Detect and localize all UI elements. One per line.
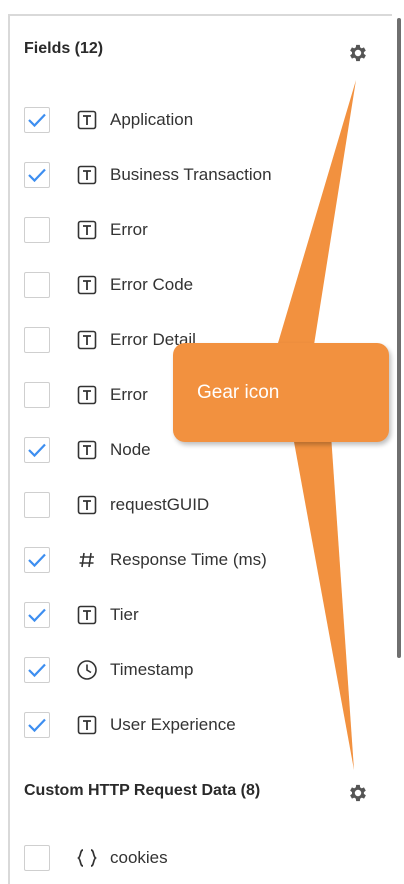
field-row[interactable]: User Experience xyxy=(24,705,324,745)
field-label: Business Transaction xyxy=(110,165,272,184)
field-checkbox[interactable] xyxy=(24,217,50,243)
fields-section-title: Fields (12) xyxy=(24,40,104,57)
text-type-icon xyxy=(76,604,98,626)
checkmark-icon xyxy=(28,168,46,183)
text-type-icon xyxy=(76,164,98,186)
text-type-icon xyxy=(76,274,98,296)
text-type-icon xyxy=(76,439,98,461)
field-label: Error xyxy=(110,220,148,239)
checkmark-icon xyxy=(28,608,46,623)
braces-icon xyxy=(76,847,98,869)
field-checkbox[interactable] xyxy=(24,602,50,628)
field-checkbox[interactable] xyxy=(24,657,50,683)
fields-panel-page: Fields (12) Application Business Transact… xyxy=(0,0,404,884)
field-row[interactable]: cookies xyxy=(24,838,324,878)
checkmark-icon xyxy=(28,553,46,568)
checkmark-icon xyxy=(28,443,46,458)
checkmark-icon xyxy=(28,113,46,128)
field-row[interactable]: Tier xyxy=(24,595,324,635)
field-label: User Experience xyxy=(110,715,236,734)
field-row[interactable]: Error xyxy=(24,210,324,250)
field-checkbox[interactable] xyxy=(24,547,50,573)
top-strip xyxy=(0,0,404,12)
text-type-icon xyxy=(76,384,98,406)
field-label: Response Time (ms) xyxy=(110,550,267,569)
field-label: Error Code xyxy=(110,275,194,294)
text-type-icon xyxy=(76,109,98,131)
text-type-icon xyxy=(76,219,98,241)
field-label: cookies xyxy=(110,848,168,867)
field-row[interactable]: Timestamp xyxy=(24,650,324,690)
field-checkbox[interactable] xyxy=(24,107,50,133)
text-type-icon xyxy=(76,714,98,736)
field-row[interactable]: requestGUID xyxy=(24,485,324,525)
field-checkbox[interactable] xyxy=(24,845,50,871)
checkmark-icon xyxy=(28,718,46,733)
gear-icon-svg xyxy=(350,784,366,802)
callout-box: Gear icon xyxy=(173,343,389,442)
gear-icon[interactable] xyxy=(345,40,371,66)
field-checkbox[interactable] xyxy=(24,272,50,298)
callout-text: Gear icon xyxy=(197,381,280,403)
field-label: Application xyxy=(110,110,194,129)
field-checkbox[interactable] xyxy=(24,712,50,738)
field-checkbox[interactable] xyxy=(24,437,50,463)
field-label: Tier xyxy=(110,605,139,624)
field-row[interactable]: Error Code xyxy=(24,265,324,305)
text-type-icon xyxy=(76,494,98,516)
scrollbar[interactable] xyxy=(397,18,401,658)
text-type-icon xyxy=(76,329,98,351)
field-checkbox[interactable] xyxy=(24,162,50,188)
custom-http-section-title: Custom HTTP Request Data (8) xyxy=(24,782,261,799)
field-row[interactable]: Application xyxy=(24,100,324,140)
field-checkbox[interactable] xyxy=(24,382,50,408)
field-label: Node xyxy=(110,440,151,459)
gear-icon-svg xyxy=(350,44,366,62)
field-row[interactable]: Response Time (ms) xyxy=(24,540,324,580)
field-label: Error xyxy=(110,385,148,404)
gear-icon[interactable] xyxy=(345,780,371,806)
field-label: Timestamp xyxy=(110,660,194,679)
checkmark-icon xyxy=(28,663,46,678)
field-label: requestGUID xyxy=(110,495,210,514)
field-checkbox[interactable] xyxy=(24,327,50,353)
hash-icon xyxy=(76,549,98,571)
field-checkbox[interactable] xyxy=(24,492,50,518)
clock-icon xyxy=(76,659,98,681)
field-row[interactable]: Business Transaction xyxy=(24,155,324,195)
